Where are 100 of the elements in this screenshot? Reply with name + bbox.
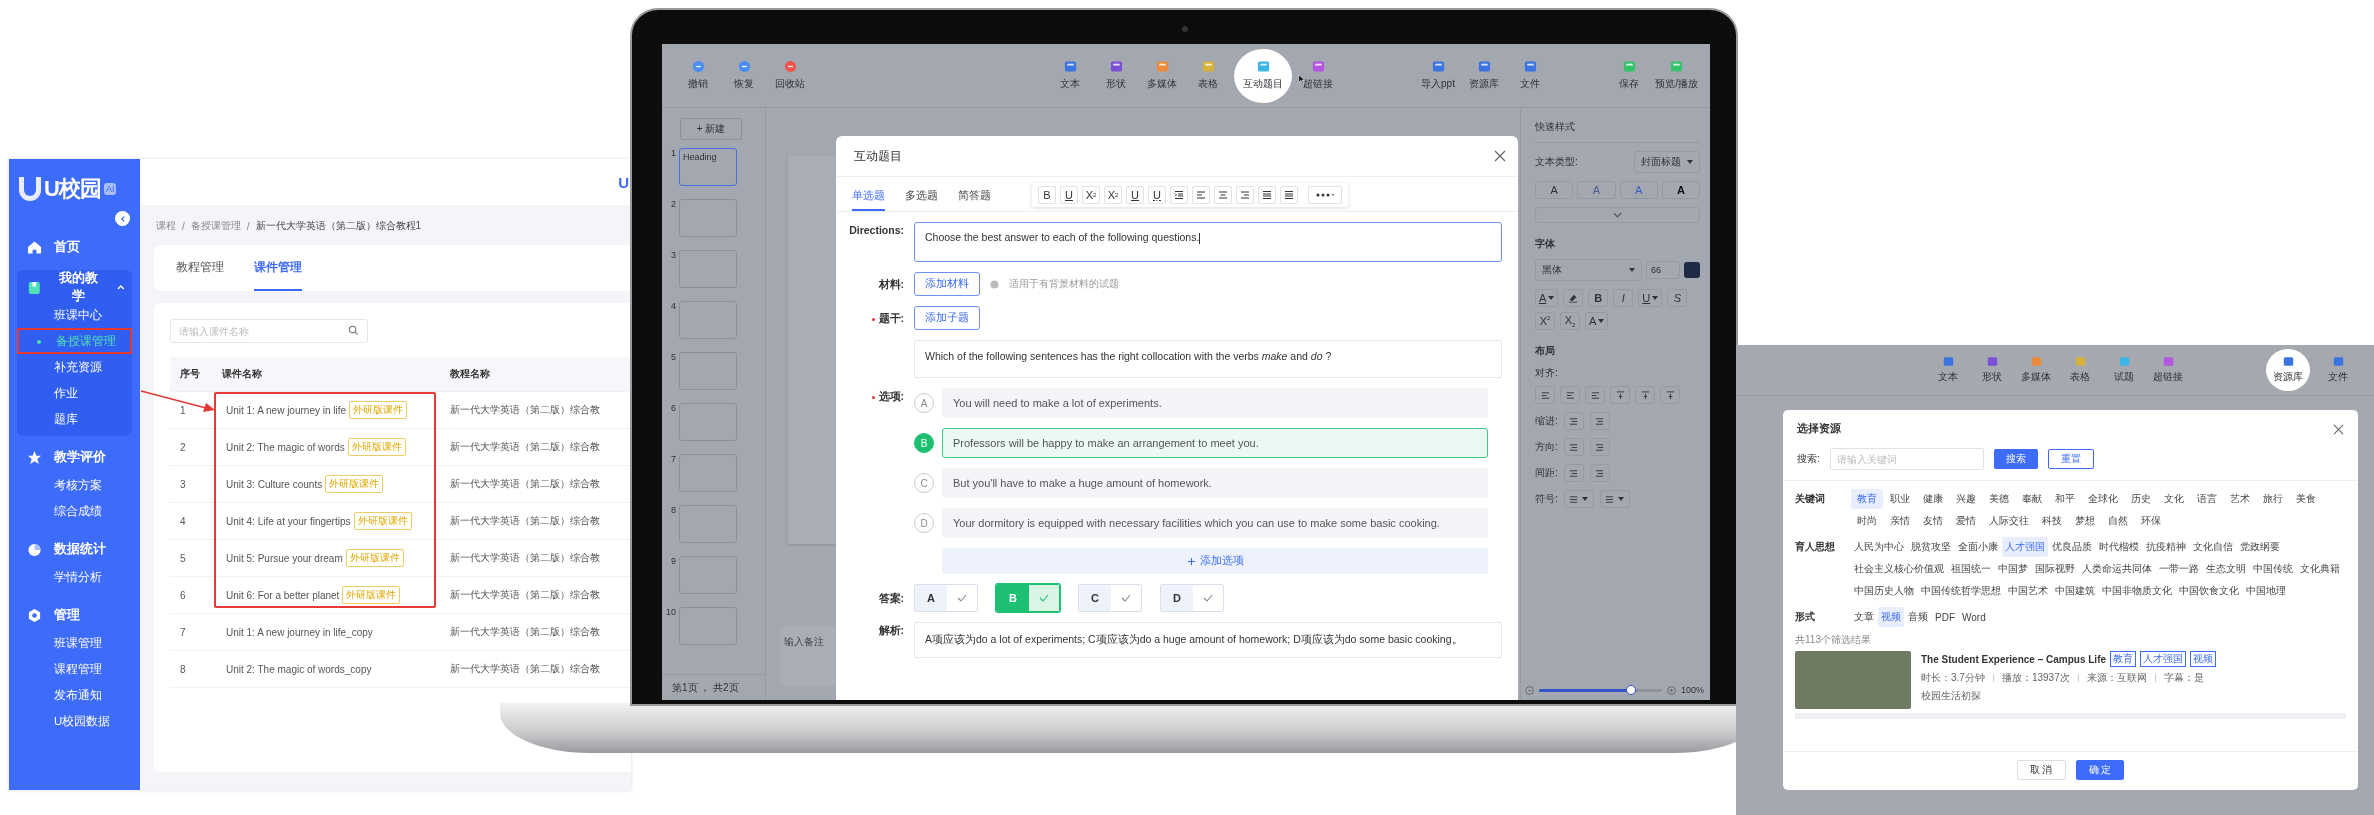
filter-option[interactable]: 时代楷模 (2096, 537, 2142, 557)
option-field[interactable]: Professors will be happy to make an arrangement to meet you. (942, 428, 1488, 458)
nav-group-item[interactable]: 首页 (54, 238, 80, 256)
filter-option[interactable]: 优良品质 (2049, 537, 2095, 557)
toolbar-button[interactable]: 文件 (2322, 349, 2354, 391)
filter-option[interactable]: 语言 (2191, 489, 2223, 509)
nav-item[interactable]: 题库 (17, 406, 132, 432)
answer-toggle[interactable]: C (1078, 584, 1142, 612)
courseware-link[interactable]: Unit 3: Culture counts (226, 478, 323, 490)
filter-option[interactable]: 全球化 (2082, 489, 2124, 509)
zoom-out-icon[interactable] (1525, 685, 1534, 695)
style-preset-button[interactable]: A (1535, 181, 1574, 199)
filter-option[interactable]: 友情 (1917, 511, 1949, 531)
filter-option[interactable]: 中国饮食文化 (2176, 581, 2242, 601)
filter-option[interactable]: 中国建筑 (2052, 581, 2098, 601)
toolbar-button[interactable]: 形状 (1976, 349, 2008, 391)
format-button[interactable]: I (1613, 289, 1634, 307)
filter-option[interactable]: 艺术 (2224, 489, 2256, 509)
toolbar-button[interactable]: 表格 (1188, 48, 1228, 103)
filter-option[interactable]: 科技 (2036, 511, 2068, 531)
nav-group-item[interactable]: 管理 (54, 606, 80, 624)
align-button[interactable] (1635, 386, 1655, 404)
text-type-dropdown[interactable]: 封面标题 (1634, 151, 1700, 173)
list-dropdown[interactable] (1563, 490, 1594, 508)
filter-option[interactable]: 文章 (1851, 607, 1877, 627)
filter-option[interactable]: 国际视野 (2032, 559, 2078, 579)
indent-button[interactable] (1589, 412, 1610, 430)
zoom-slider[interactable] (1539, 688, 1662, 692)
nav-item[interactable]: 学情分析 (17, 564, 132, 590)
filter-option[interactable]: 亲情 (1884, 511, 1916, 531)
toolbar-button[interactable]: 导入ppt (1418, 48, 1458, 103)
eraser-button[interactable] (1563, 289, 1584, 307)
filter-option[interactable]: PDF (1932, 607, 1958, 627)
nav-item[interactable]: 作业 (17, 380, 132, 406)
filter-option[interactable]: 社会主义核心价值观 (1851, 559, 1947, 579)
filter-option[interactable]: 文化 (2158, 489, 2190, 509)
search-button[interactable]: 搜索 (1993, 449, 2038, 469)
align-button[interactable] (1585, 386, 1605, 404)
nav-item[interactable]: U校园数据 (17, 708, 132, 734)
breadcrumb-link[interactable]: 备授课管理 (190, 219, 241, 233)
nav-item[interactable]: 班课管理 (17, 630, 132, 656)
filter-option[interactable]: 中国传统哲学思想 (1918, 581, 2004, 601)
toolbar-button[interactable]: 文本 (1050, 48, 1090, 103)
format-button[interactable] (1258, 186, 1276, 204)
filter-option[interactable]: 人类命运共同体 (2079, 559, 2155, 579)
resource-title[interactable]: The Student Experience – Campus Life (1921, 653, 2107, 665)
filter-option[interactable]: 人民为中心 (1851, 537, 1907, 557)
nav-group-item[interactable]: 数据统计 (54, 540, 106, 558)
add-option-button[interactable]: 添加选项 (942, 548, 1488, 574)
toolbar-button[interactable]: 互动题目 (1234, 48, 1292, 103)
toolbar-button[interactable]: 资源库 (2266, 349, 2310, 391)
filter-option[interactable]: 梦想 (2069, 511, 2101, 531)
filter-option[interactable]: 文化典籍 (2297, 559, 2343, 579)
filter-option[interactable]: 人才强国 (2002, 537, 2048, 557)
search-field[interactable]: 请输入课件名称 (170, 319, 368, 343)
confirm-button[interactable]: 确 定 (2075, 760, 2125, 780)
directions-field[interactable]: Choose the best answer to each of the following questions. (914, 222, 1502, 262)
filter-option[interactable]: 美德 (1983, 489, 2015, 509)
filter-option[interactable]: 文化自信 (2190, 537, 2236, 557)
toolbar-button[interactable]: 文本 (1932, 349, 1964, 391)
format-button[interactable]: U (1126, 186, 1144, 204)
more-dropdown[interactable] (1308, 186, 1342, 204)
toolbar-button[interactable]: 超链接 (2152, 349, 2184, 391)
font-size-field[interactable]: 66 (1646, 261, 1680, 279)
format-button[interactable]: Ụ (1148, 186, 1166, 204)
filter-option[interactable]: 中国非物质文化 (2099, 581, 2175, 601)
filter-option[interactable]: 中国地理 (2243, 581, 2289, 601)
filter-option[interactable]: 全面小康 (1955, 537, 2001, 557)
filter-option[interactable]: 脱贫攻坚 (1908, 537, 1954, 557)
tab[interactable]: 教程管理 (176, 245, 224, 291)
font-color-swatch[interactable] (1684, 262, 1700, 278)
filter-option[interactable]: 中国艺术 (2005, 581, 2051, 601)
option-field[interactable]: But you'll have to make a huge amount of homework. (942, 468, 1488, 498)
filter-option[interactable]: 时尚 (1851, 511, 1883, 531)
filter-option[interactable]: 职业 (1884, 489, 1916, 509)
filter-option[interactable]: 健康 (1917, 489, 1949, 509)
reset-button[interactable]: 重置 (2047, 449, 2094, 469)
format-button[interactable]: U (1060, 186, 1078, 204)
spacing-button[interactable] (1563, 464, 1584, 482)
answer-toggle[interactable]: A (914, 584, 978, 612)
format-button[interactable]: S (1667, 289, 1688, 307)
filter-option[interactable]: Word (1959, 607, 1989, 627)
list-dropdown[interactable] (1599, 490, 1630, 508)
close-button[interactable] (1494, 150, 1506, 162)
format-button[interactable] (1280, 186, 1298, 204)
toolbar-button[interactable]: 预览/播放 (1655, 48, 1698, 103)
option-field[interactable]: Your dormitory is equipped with necessary facilities which you can use to make some basic cooking. (942, 508, 1488, 538)
courseware-link[interactable]: Unit 5: Pursue your dream (226, 552, 343, 564)
spacing-button[interactable] (1589, 464, 1610, 482)
format-button[interactable]: X$^{2}$ (1535, 312, 1555, 330)
filter-option[interactable]: 奉献 (2016, 489, 2048, 509)
toolbar-button[interactable]: 保存 (1609, 48, 1650, 103)
nav-item[interactable]: 综合成绩 (17, 498, 132, 524)
tab[interactable]: 课件管理 (254, 245, 302, 291)
format-button[interactable]: X$_{2}$ (1560, 312, 1580, 330)
filter-option[interactable]: 人际交往 (1983, 511, 2035, 531)
nav-item[interactable]: 补充资源 (17, 354, 132, 380)
filter-option[interactable]: 爱情 (1950, 511, 1982, 531)
filter-option[interactable]: 祖国统一 (1948, 559, 1994, 579)
filter-option[interactable]: 生态文明 (2203, 559, 2249, 579)
